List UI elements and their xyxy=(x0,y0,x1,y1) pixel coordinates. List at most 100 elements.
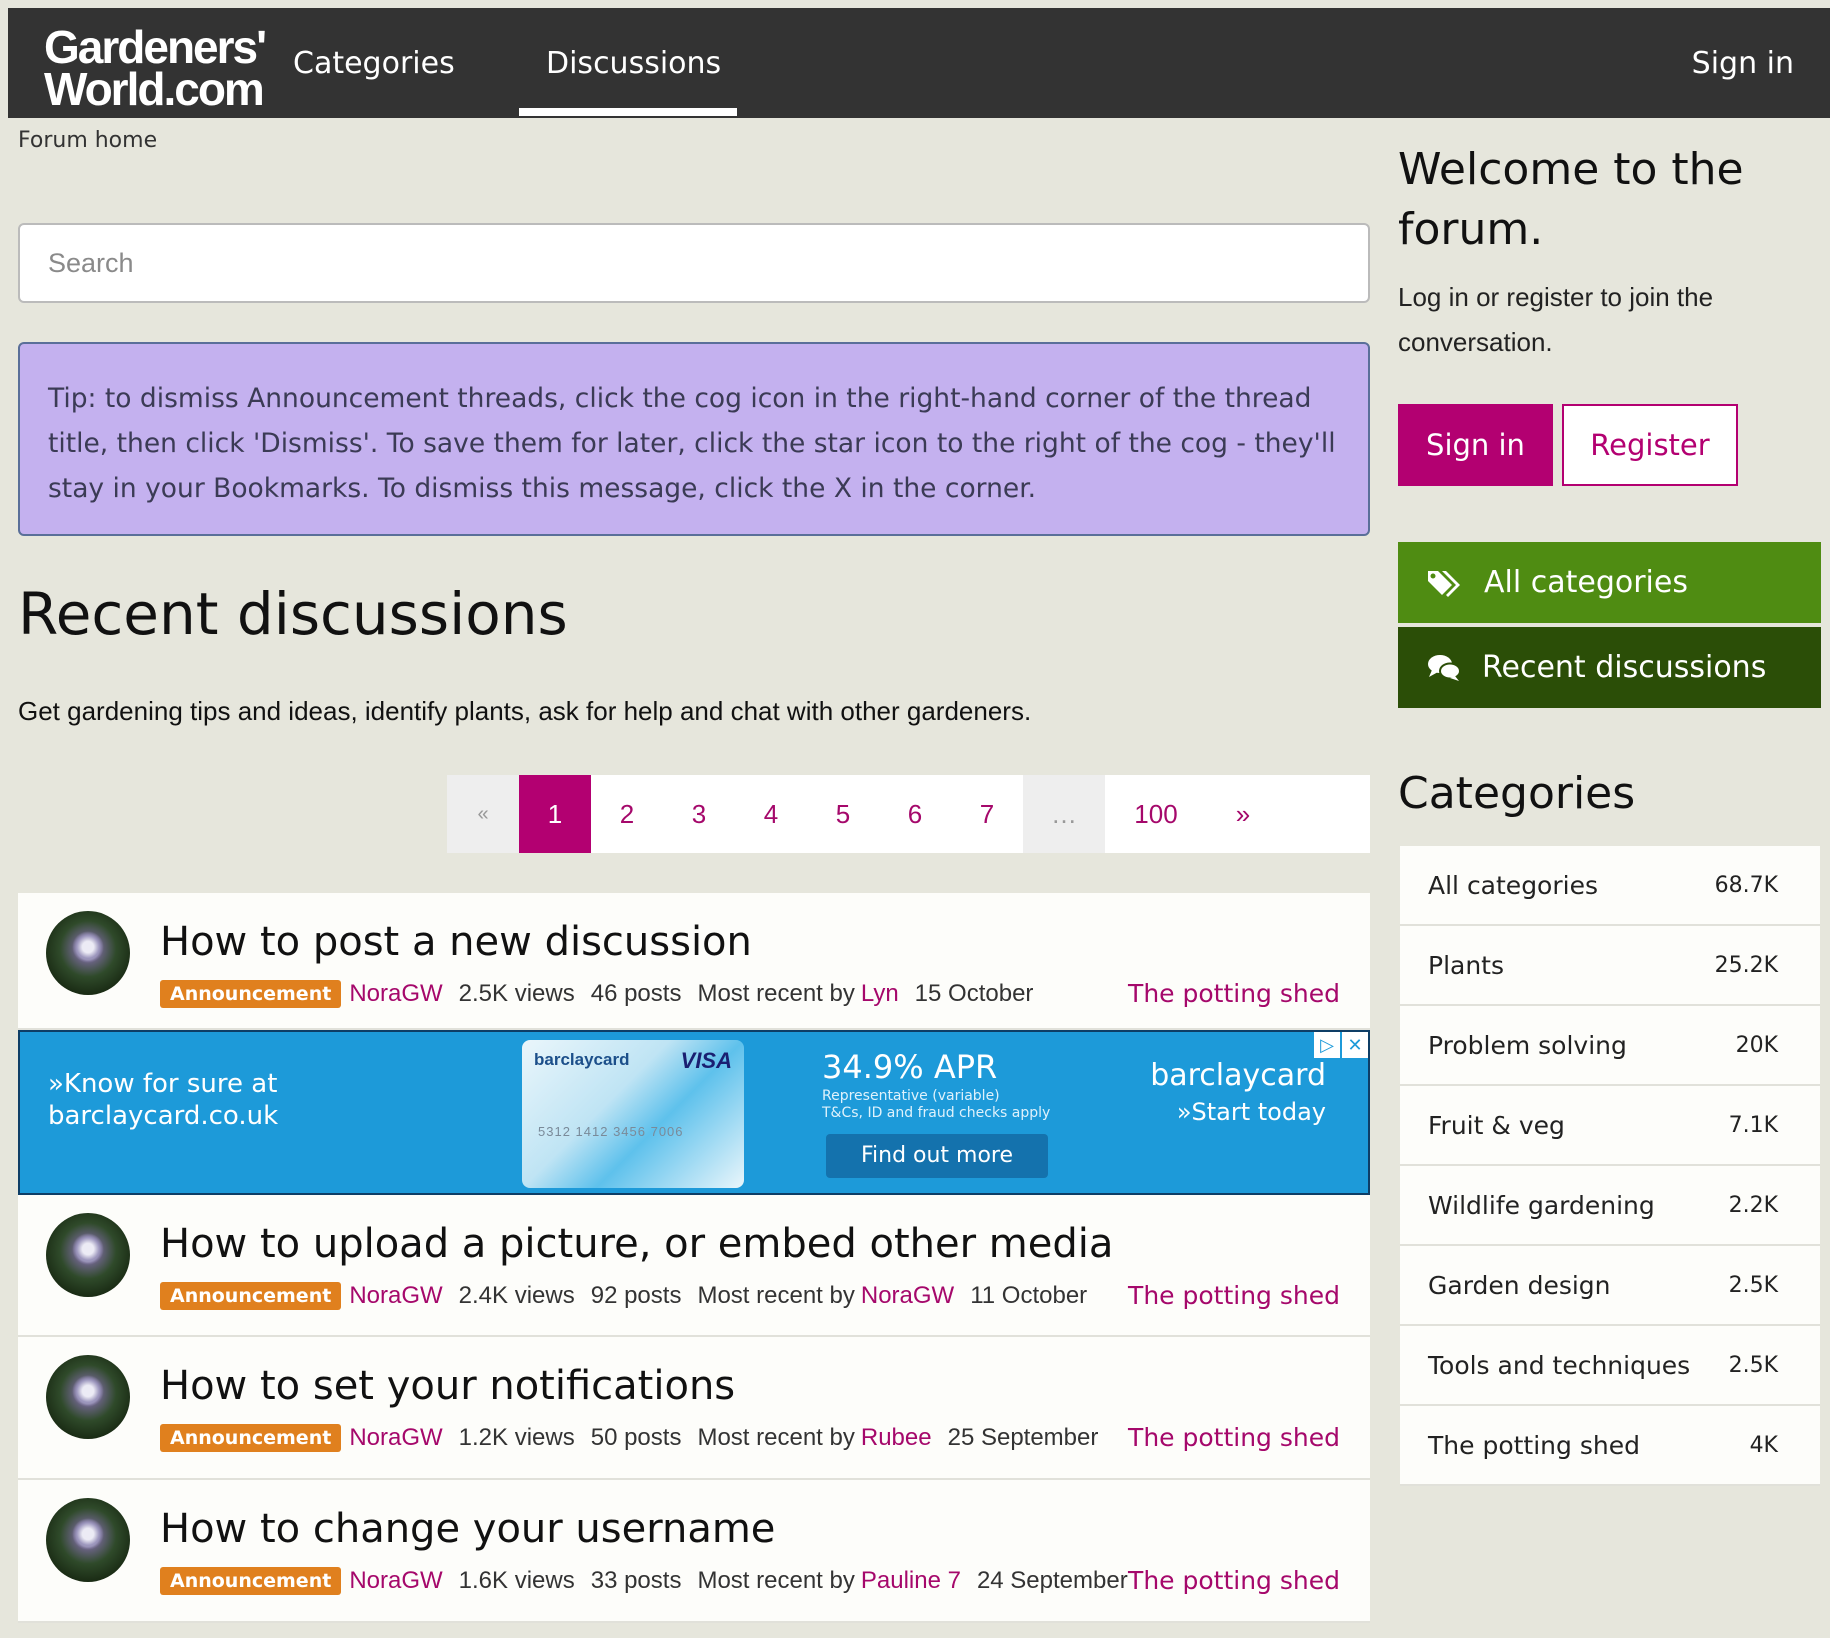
pager-next[interactable]: » xyxy=(1207,775,1279,853)
sidebar-recent-discussions[interactable]: Recent discussions xyxy=(1398,627,1821,708)
ad-small-print: Representative (variable) T&Cs, ID and f… xyxy=(822,1088,1050,1122)
discussion-title[interactable]: How to upload a picture, or embed other … xyxy=(160,1221,1113,1267)
category-row-tools-and-techniques[interactable]: Tools and techniques 2.5K xyxy=(1400,1326,1820,1406)
discussion-meta: Announcement NoraGW 2.5K views 46 posts … xyxy=(160,980,1049,1008)
nav-active-indicator xyxy=(519,108,737,116)
site-logo[interactable]: Gardeners' World.com xyxy=(44,21,267,115)
pager-page-5[interactable]: 5 xyxy=(807,775,879,853)
logo-line-1: Gardeners' xyxy=(44,21,267,73)
category-row-problem-solving[interactable]: Problem solving 20K xyxy=(1400,1006,1820,1086)
category-count: 4K xyxy=(1749,1432,1778,1458)
discussion-meta: Announcement NoraGW 2.4K views 92 posts … xyxy=(160,1282,1103,1310)
announcement-badge: Announcement xyxy=(160,1282,342,1310)
discussion-title[interactable]: How to set your notifications xyxy=(160,1363,735,1409)
ad-apr: 34.9% APR xyxy=(822,1048,998,1086)
avatar[interactable] xyxy=(46,1355,130,1439)
advertisement-banner[interactable]: »Know for sure at barclaycard.co.uk barc… xyxy=(18,1030,1370,1195)
register-button[interactable]: Register xyxy=(1562,404,1738,486)
ad-choices-icon[interactable]: ▷ xyxy=(1314,1032,1340,1058)
author-link[interactable]: NoraGW xyxy=(349,1424,442,1452)
welcome-heading-line-1: Welcome to the xyxy=(1398,144,1744,195)
most-recent-user-link[interactable]: Pauline 7 xyxy=(861,1567,961,1595)
category-name: All categories xyxy=(1428,870,1598,900)
sidebar-all-categories-label: All categories xyxy=(1484,565,1688,600)
category-link[interactable]: The potting shed xyxy=(1128,979,1340,1008)
category-row-plants[interactable]: Plants 25.2K xyxy=(1400,926,1820,1006)
view-count: 1.2K views xyxy=(458,1424,575,1451)
category-name: Wildlife gardening xyxy=(1428,1190,1655,1220)
author-link[interactable]: NoraGW xyxy=(349,980,442,1008)
ad-small-print-line-2: T&Cs, ID and fraud checks apply xyxy=(822,1105,1051,1121)
category-name: Tools and techniques xyxy=(1428,1350,1691,1380)
discussion-item[interactable]: How to upload a picture, or embed other … xyxy=(18,1195,1370,1337)
categories-heading: Categories xyxy=(1398,768,1636,819)
most-recent-user-link[interactable]: NoraGW xyxy=(861,1282,954,1310)
category-link[interactable]: The potting shed xyxy=(1128,1423,1340,1452)
pager-page-1[interactable]: 1 xyxy=(519,775,591,853)
nav-categories[interactable]: Categories xyxy=(293,46,455,81)
pager-page-6[interactable]: 6 xyxy=(879,775,951,853)
ad-headline-line-2: barclaycard.co.uk xyxy=(48,1101,279,1131)
most-recent-user-link[interactable]: Lyn xyxy=(861,980,899,1008)
discussion-title[interactable]: How to change your username xyxy=(160,1506,775,1552)
comments-icon xyxy=(1428,654,1461,681)
search-input[interactable] xyxy=(18,223,1370,303)
category-row-wildlife-gardening[interactable]: Wildlife gardening 2.2K xyxy=(1400,1166,1820,1246)
post-count: 33 posts xyxy=(590,1567,682,1594)
avatar[interactable] xyxy=(46,1213,130,1297)
welcome-subtext: Log in or register to join the conversat… xyxy=(1398,282,1714,357)
discussion-item[interactable]: How to post a new discussion Announcemen… xyxy=(18,893,1370,1030)
nav-discussions[interactable]: Discussions xyxy=(546,46,721,81)
header-sign-in-link[interactable]: Sign in xyxy=(1692,46,1794,81)
category-link[interactable]: The potting shed xyxy=(1128,1281,1340,1310)
discussion-item[interactable]: How to change your username Announcement… xyxy=(18,1480,1370,1623)
author-link[interactable]: NoraGW xyxy=(349,1567,442,1595)
category-row-garden-design[interactable]: Garden design 2.5K xyxy=(1400,1246,1820,1326)
post-count: 50 posts xyxy=(590,1424,682,1451)
category-name: The potting shed xyxy=(1428,1430,1640,1460)
page-title: Recent discussions xyxy=(18,580,568,648)
logo-line-2: World.com xyxy=(44,63,265,115)
pager-page-last[interactable]: 100 xyxy=(1105,775,1207,853)
breadcrumb[interactable]: Forum home xyxy=(18,128,157,153)
pager-page-4[interactable]: 4 xyxy=(735,775,807,853)
category-count: 20K xyxy=(1735,1032,1778,1058)
author-link[interactable]: NoraGW xyxy=(349,1282,442,1310)
pager-ellipsis: … xyxy=(1023,775,1105,853)
category-count: 7.1K xyxy=(1728,1112,1778,1138)
avatar[interactable] xyxy=(46,1498,130,1582)
ad-controls: ▷ ✕ xyxy=(1312,1032,1368,1058)
discussion-meta: Announcement NoraGW 1.2K views 50 posts … xyxy=(160,1424,1114,1452)
discussion-item[interactable]: How to set your notifications Announceme… xyxy=(18,1337,1370,1480)
discussion-title[interactable]: How to post a new discussion xyxy=(160,919,752,965)
ad-close-icon[interactable]: ✕ xyxy=(1342,1032,1368,1058)
ad-small-print-line-1: Representative (variable) xyxy=(822,1088,1000,1104)
avatar[interactable] xyxy=(46,911,130,995)
view-count: 2.4K views xyxy=(458,1282,575,1309)
ad-brand-logo: barclaycard xyxy=(1150,1058,1326,1093)
sign-in-button[interactable]: Sign in xyxy=(1398,404,1553,486)
category-link[interactable]: The potting shed xyxy=(1128,1566,1340,1595)
category-row-all[interactable]: All categories 68.7K xyxy=(1400,846,1820,926)
sidebar-all-categories[interactable]: All categories xyxy=(1398,542,1821,623)
last-post-date: 24 September xyxy=(976,1567,1128,1594)
announcement-badge: Announcement xyxy=(160,980,342,1008)
category-count: 2.5K xyxy=(1728,1352,1778,1378)
ad-start-today[interactable]: »Start today xyxy=(1177,1098,1326,1126)
pager-prev[interactable]: « xyxy=(447,775,519,853)
pager-page-7[interactable]: 7 xyxy=(951,775,1023,853)
category-row-potting-shed[interactable]: The potting shed 4K xyxy=(1400,1406,1820,1486)
ad-find-out-more-button[interactable]: Find out more xyxy=(826,1134,1048,1178)
post-count: 46 posts xyxy=(590,980,682,1007)
view-count: 1.6K views xyxy=(458,1567,575,1594)
welcome-heading-line-2: forum. xyxy=(1398,204,1544,255)
most-recent-user-link[interactable]: Rubee xyxy=(861,1424,932,1452)
pager-page-2[interactable]: 2 xyxy=(591,775,663,853)
ad-headline: »Know for sure at barclaycard.co.uk xyxy=(48,1068,278,1132)
tip-message: Tip: to dismiss Announcement threads, cl… xyxy=(18,342,1370,536)
category-row-fruit-veg[interactable]: Fruit & veg 7.1K xyxy=(1400,1086,1820,1166)
category-count: 2.2K xyxy=(1728,1192,1778,1218)
pager-page-3[interactable]: 3 xyxy=(663,775,735,853)
category-name: Garden design xyxy=(1428,1270,1611,1300)
category-count: 25.2K xyxy=(1714,952,1778,978)
